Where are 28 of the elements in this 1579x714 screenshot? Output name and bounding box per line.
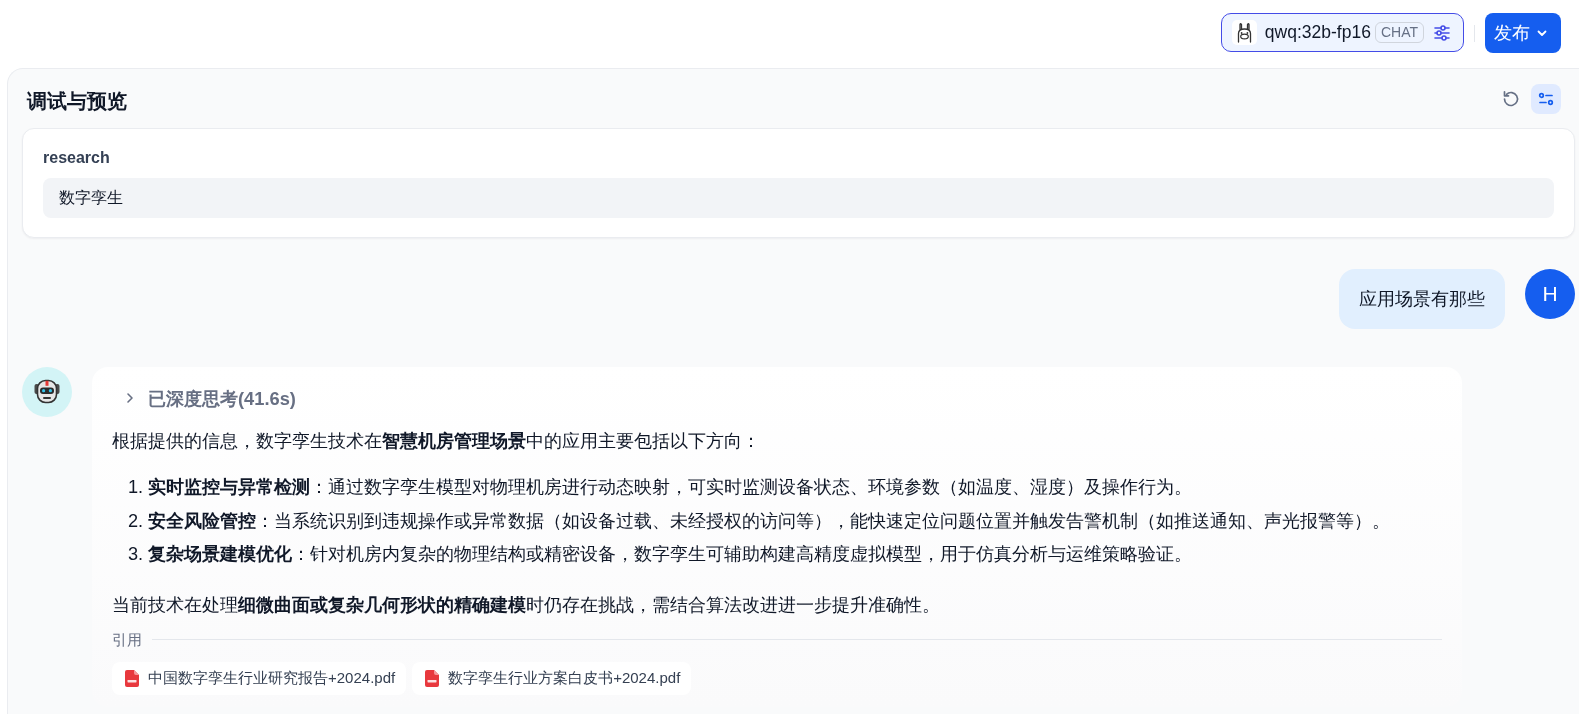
model-selector[interactable]: qwq:32b-fp16 CHAT [1220, 13, 1464, 52]
list-item-text: 复杂场景建模优化：针对机房内复杂的物理结构或精密设备，数字孪生可辅助构建高精度虚拟模型，用于仿真分析与运维策略验证。 [148, 543, 1192, 566]
llama-icon [1231, 20, 1257, 45]
panel-title: 调试与预览 [27, 89, 127, 114]
list-number: 1. [128, 476, 145, 499]
list-item-text: 安全风险管控：当系统识别到违规操作或异常数据（如设备过载、未经授权的访问等），能快速定位问题位置并触发告警机制（如推送通知、声光报警等）。 [148, 509, 1390, 533]
pdf-file-icon [425, 669, 440, 687]
refresh-icon[interactable] [1502, 89, 1520, 108]
answer-paragraph: 根据提供的信息，数字孪生技术在智慧机房管理场景中的应用主要包括以下方向： [112, 430, 760, 453]
list-item-text: 实时监控与异常检测：通过数字孪生模型对物理机房进行动态映射，可实时监测设备状态、环境参数（如温度、湿度）及操作行为。 [148, 476, 1192, 499]
variables-button[interactable] [1531, 83, 1561, 114]
user-message: 应用场景有那些 [1339, 269, 1505, 329]
pdf-file-icon [125, 669, 139, 687]
publish-button[interactable]: 发布 [1485, 13, 1561, 53]
sliders-icon [1433, 23, 1451, 42]
mode-badge: CHAT [1374, 22, 1424, 43]
list-number: 2. [128, 509, 145, 533]
sliders-icon [1538, 90, 1554, 107]
list-number: 3. [128, 543, 145, 566]
user-avatar: H [1525, 269, 1575, 319]
variable-input[interactable]: 数字孪生 [43, 178, 1554, 218]
answer-paragraph: 当前技术在处理细微曲面或复杂几何形状的精确建模时仍存在挑战，需结合算法改进进一步提升准确性。 [112, 593, 940, 617]
citations-label: 引用 [112, 630, 142, 650]
robot-icon [22, 367, 72, 417]
file-chip[interactable]: 中国数字孪生行业研究报告+2024.pdf [112, 661, 407, 695]
thinking-toggle[interactable]: 已深度思考(41.6s) [112, 383, 296, 413]
file-chip[interactable]: 数字孪生行业方案白皮书+2024.pdf [412, 661, 692, 695]
field-label: research [43, 148, 110, 168]
